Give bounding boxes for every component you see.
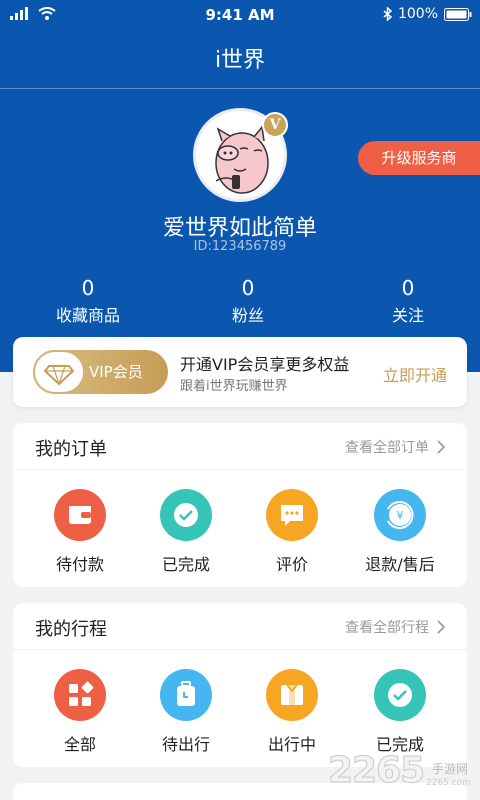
order-item-pending-payment[interactable]: 待付款 — [25, 489, 135, 575]
watermark-text: 手游网 — [432, 762, 469, 776]
chevron-right-icon — [437, 440, 445, 454]
battery-percent: 100% — [397, 6, 438, 22]
trip-item-completed[interactable]: 已完成 — [345, 669, 455, 755]
profile-header: 9:41 AM 100% i世界 V 升级服务商 爱世界如此简单 ID:1234… — [0, 0, 480, 372]
luggage-icon — [160, 669, 212, 721]
order-item-completed[interactable]: 已完成 — [131, 489, 241, 575]
trip-item-all[interactable]: 全部 — [25, 669, 135, 755]
orders-header: 我的订单 查看全部订单 — [13, 423, 467, 470]
upgrade-service-button[interactable]: 升级服务商 — [358, 141, 480, 175]
vip-level-badge: V — [262, 112, 288, 138]
order-item-refund[interactable]: ¥ 退款/售后 — [345, 489, 455, 575]
stat-following[interactable]: 0 关注 — [338, 276, 478, 326]
check-icon — [160, 489, 212, 541]
view-all-label: 查看全部行程 — [345, 620, 429, 636]
item-label: 待付款 — [55, 555, 104, 574]
vip-open-button[interactable]: 立即开通 — [383, 362, 447, 386]
svg-text:¥: ¥ — [397, 509, 404, 522]
user-id: ID:123456789 — [193, 239, 287, 254]
watermark-url: 2265.com — [426, 778, 471, 788]
item-label: 退款/售后 — [365, 555, 435, 574]
section-title: 我的订单 — [35, 439, 107, 460]
stat-label: 关注 — [391, 306, 424, 325]
vip-subtitle: 跟着i世界玩赚世界 — [180, 379, 288, 394]
stat-fans[interactable]: 0 粉丝 — [178, 276, 318, 326]
wallet-icon — [54, 489, 106, 541]
trips-header: 我的行程 查看全部行程 — [13, 603, 467, 650]
vip-banner[interactable]: VIP会员 开通VIP会员享更多权益 跟着i世界玩赚世界 立即开通 — [13, 337, 467, 407]
item-label: 待出行 — [161, 735, 210, 754]
stat-label: 粉丝 — [231, 306, 264, 325]
page-title: i世界 — [214, 48, 266, 73]
trips-panel: 我的行程 查看全部行程 全部 待出行 出行中 已完成 — [13, 603, 467, 767]
status-bar: 9:41 AM 100% — [0, 0, 480, 30]
view-all-trips-link[interactable]: 查看全部行程 — [345, 617, 445, 637]
item-label: 全部 — [63, 735, 96, 754]
chat-icon — [266, 489, 318, 541]
vip-badge-label: VIP会员 — [89, 363, 143, 381]
vip-title: 开通VIP会员享更多权益 — [180, 355, 350, 374]
gift-icon — [266, 669, 318, 721]
chevron-right-icon — [437, 620, 445, 634]
item-label: 评价 — [275, 555, 308, 574]
view-all-label: 查看全部订单 — [345, 440, 429, 456]
refund-icon: ¥ — [374, 489, 426, 541]
trip-item-upcoming[interactable]: 待出行 — [131, 669, 241, 755]
stat-label: 收藏商品 — [55, 306, 120, 325]
battery-icon — [444, 7, 472, 21]
grid-icon — [54, 669, 106, 721]
status-right: 100% — [383, 6, 472, 22]
nav-divider — [0, 88, 480, 89]
check-icon — [374, 669, 426, 721]
trip-item-traveling[interactable]: 出行中 — [237, 669, 347, 755]
view-all-orders-link[interactable]: 查看全部订单 — [345, 437, 445, 457]
stat-value: 0 — [81, 276, 95, 300]
item-label: 已完成 — [161, 555, 210, 574]
username: 爱世界如此简单 — [162, 216, 317, 241]
orders-panel: 我的订单 查看全部订单 待付款 已完成 评价 ¥ 退款/售后 — [13, 423, 467, 587]
vip-badge: VIP会员 — [33, 350, 168, 394]
stat-value: 0 — [241, 276, 255, 300]
section-title: 我的行程 — [35, 619, 107, 640]
site-watermark: 2265 手游网 2265.com — [327, 750, 480, 796]
watermark-number: 2265 — [327, 750, 425, 792]
stat-value: 0 — [401, 276, 415, 300]
order-item-review[interactable]: 评价 — [237, 489, 347, 575]
diamond-icon — [33, 350, 85, 394]
bluetooth-icon — [383, 7, 392, 21]
stat-favorites[interactable]: 0 收藏商品 — [18, 276, 158, 326]
